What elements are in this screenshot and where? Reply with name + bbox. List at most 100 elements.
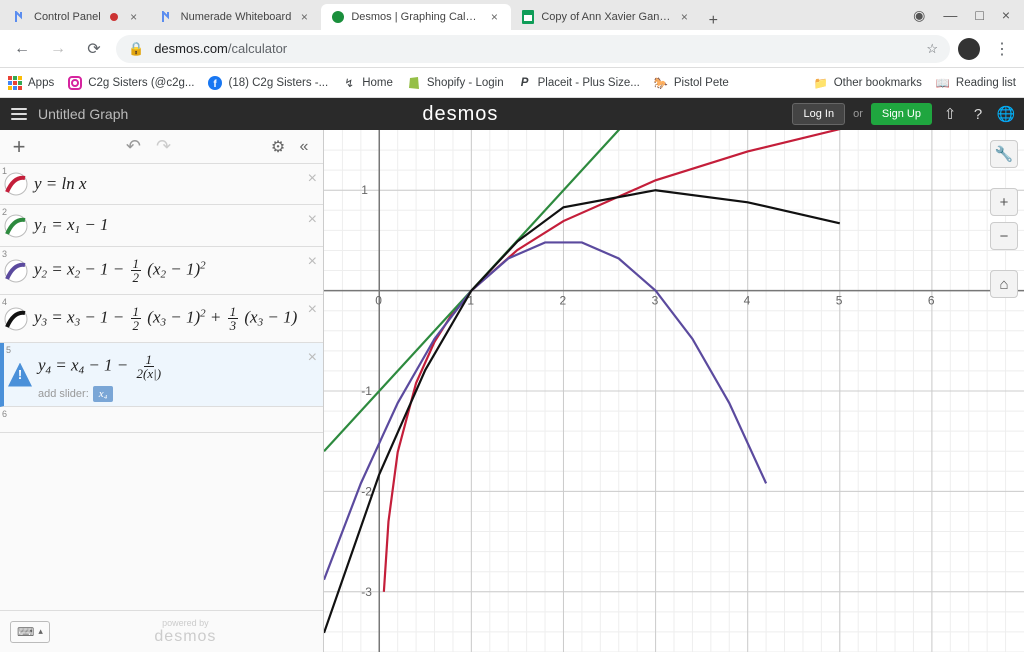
tab-whiteboard[interactable]: Numerade Whiteboard × [151, 4, 322, 30]
row-number: 6 [2, 409, 7, 419]
zoom-out-button[interactable]: − [990, 222, 1018, 250]
other-bookmarks[interactable]: 📁Other bookmarks [814, 76, 922, 90]
delete-row-icon[interactable]: × [308, 253, 317, 271]
tab-close-icon[interactable]: × [677, 10, 691, 24]
powered-by: powered by desmos [58, 618, 313, 646]
menu-icon[interactable] [8, 103, 30, 125]
row-number: 4 [2, 297, 7, 307]
redo-button[interactable]: ↷ [156, 136, 171, 156]
language-icon[interactable]: 🌐 [996, 105, 1016, 123]
minimize-icon[interactable]: — [943, 7, 957, 23]
svg-text:2: 2 [559, 294, 566, 308]
expression-row-3[interactable]: 3 y2 = x2 − 1 − 12 (x2 − 1)2 × [0, 247, 323, 295]
expression-panel: + ↶ ↷ ⚙ « 1 y = ln x × 2 y1 = x1 − 1 × [0, 130, 324, 652]
warning-icon[interactable]: ! [8, 363, 32, 387]
bm-label: Apps [28, 77, 54, 89]
forward-button[interactable]: → [44, 35, 72, 63]
svg-text:-3: -3 [361, 585, 372, 599]
login-button[interactable]: Log In [792, 103, 845, 125]
account-icon[interactable]: ◉ [913, 7, 925, 24]
expression-row-1[interactable]: 1 y = ln x × [0, 164, 323, 205]
tab-gdoc[interactable]: Copy of Ann Xavier Gantert - A × [511, 4, 701, 30]
delete-row-icon[interactable]: × [308, 211, 317, 229]
settings-icon[interactable]: ⚙ [265, 137, 291, 157]
svg-text:3: 3 [652, 294, 659, 308]
expression-row-4[interactable]: 4 y3 = x3 − 1 − 12 (x3 − 1)2 + 13 (x3 − … [0, 295, 323, 343]
delete-row-icon[interactable]: × [308, 349, 317, 367]
tab-strip: Control Panel × Numerade Whiteboard × De… [0, 0, 899, 30]
share-icon[interactable]: ⇧ [940, 105, 960, 123]
help-icon[interactable]: ? [968, 106, 988, 123]
graph-title[interactable]: Untitled Graph [38, 106, 128, 122]
home-view-button[interactable]: ⌂ [990, 270, 1018, 298]
delete-row-icon[interactable]: × [308, 170, 317, 188]
collapse-panel-icon[interactable]: « [291, 138, 317, 156]
tab-close-icon[interactable]: × [127, 10, 141, 24]
graph-canvas[interactable]: 0123456-3-2-11 🔧 + − ⌂ [324, 130, 1024, 652]
undo-button[interactable]: ↶ [126, 136, 141, 156]
reading-list[interactable]: 📖Reading list [936, 76, 1016, 90]
desmos-logo: desmos [136, 103, 784, 126]
expression-text[interactable]: y4 = x4 − 1 − 12(x|) [38, 353, 165, 380]
signup-button[interactable]: Sign Up [871, 103, 932, 125]
bm-c2g-ig[interactable]: C2g Sisters (@c2g... [68, 76, 194, 90]
zoom-in-button[interactable]: + [990, 188, 1018, 216]
expression-row-5[interactable]: 5 ! y4 = x4 − 1 − 12(x|) add slider:x₄ × [0, 343, 323, 407]
bm-label: (18) C2g Sisters -... [228, 77, 328, 89]
bm-shopify[interactable]: Shopify - Login [407, 76, 504, 90]
bm-home[interactable]: ↯Home [342, 76, 393, 90]
address-bar[interactable]: 🔒 desmos.com/calculator ☆ [116, 35, 950, 63]
instagram-icon [68, 76, 82, 90]
tab-close-icon[interactable]: × [487, 10, 501, 24]
reload-button[interactable]: ⟳ [80, 35, 108, 63]
tab-desmos[interactable]: Desmos | Graphing Calculator × [321, 4, 511, 30]
expression-text: y = ln x [34, 174, 87, 194]
expression-row-6[interactable]: 6 [0, 407, 323, 433]
back-button[interactable]: ← [8, 35, 36, 63]
home-icon: ↯ [342, 76, 356, 90]
bm-c2g-fb[interactable]: f (18) C2g Sisters -... [208, 76, 328, 90]
maximize-icon[interactable]: □ [975, 7, 983, 23]
bm-label: Shopify - Login [427, 77, 504, 89]
tab-close-icon[interactable]: × [297, 10, 311, 24]
bm-pistol[interactable]: 🐎 Pistol Pete [654, 76, 729, 90]
profile-avatar[interactable] [958, 38, 980, 60]
tab-label: Control Panel [34, 11, 101, 23]
expression-text: y2 = x2 − 1 − 12 (x2 − 1)2 [34, 257, 206, 284]
expression-row-2[interactable]: 2 y1 = x1 − 1 × [0, 205, 323, 247]
curve-icon[interactable] [4, 307, 28, 331]
numerade-icon [14, 10, 28, 24]
apps-button[interactable]: Apps [8, 76, 54, 90]
curve-icon[interactable] [4, 214, 28, 238]
record-icon [107, 10, 121, 24]
add-slider: add slider:x₄ [38, 388, 113, 400]
bm-label: C2g Sisters (@c2g... [88, 77, 194, 89]
close-window-icon[interactable]: × [1002, 7, 1010, 23]
svg-text:1: 1 [361, 183, 368, 197]
bm-placeit[interactable]: PPlaceit - Plus Size... [518, 76, 640, 90]
facebook-icon: f [208, 76, 222, 90]
row-number: 3 [2, 249, 7, 259]
star-icon[interactable]: ☆ [926, 41, 938, 57]
chrome-menu-icon[interactable]: ⋮ [988, 35, 1016, 63]
gsheets-icon [521, 10, 535, 24]
delete-row-icon[interactable]: × [308, 301, 317, 319]
url-host: desmos.com [154, 41, 228, 56]
new-tab-button[interactable]: + [701, 12, 725, 30]
keyboard-button[interactable]: ⌨ ▴ [10, 621, 50, 643]
bm-label: Reading list [956, 77, 1016, 89]
tab-control-panel[interactable]: Control Panel × [4, 4, 151, 30]
bm-label: Pistol Pete [674, 77, 729, 89]
wrench-icon[interactable]: 🔧 [990, 140, 1018, 168]
apps-icon [8, 76, 22, 90]
tab-label: Numerade Whiteboard [181, 11, 292, 23]
slider-chip[interactable]: x₄ [93, 386, 114, 402]
expression-text: y3 = x3 − 1 − 12 (x3 − 1)2 + 13 (x3 − 1) [34, 305, 297, 332]
svg-text:6: 6 [928, 294, 935, 308]
add-expression-button[interactable]: + [6, 134, 32, 160]
curve-icon[interactable] [4, 259, 28, 283]
curve-icon[interactable] [4, 172, 28, 196]
pistol-icon: 🐎 [654, 76, 668, 90]
shopify-icon [407, 76, 421, 90]
or-label: or [853, 108, 863, 120]
